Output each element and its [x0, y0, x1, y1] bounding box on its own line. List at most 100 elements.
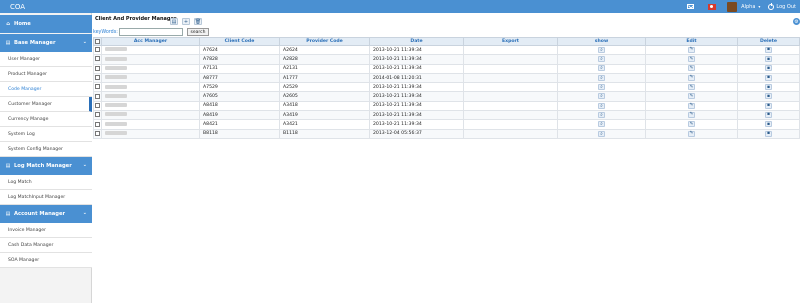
- delete-button[interactable]: ▪: [765, 74, 772, 81]
- show-button[interactable]: ⌕: [598, 74, 605, 81]
- provider-code-cell: A3418: [279, 100, 370, 112]
- sidebar-section-account-manager[interactable]: ▤ Account Manager ⌄: [0, 205, 92, 223]
- sidebar-item-soa-manager[interactable]: SOA Manager: [0, 253, 92, 268]
- avatar[interactable]: [727, 1, 738, 12]
- sidebar-item-product-manager[interactable]: Product Manager: [0, 67, 92, 82]
- pencil-icon: ✎: [689, 103, 694, 109]
- delete-selected-button[interactable]: 🗑: [194, 18, 202, 25]
- sidebar-item-log-matchinput-manager[interactable]: Log MatchInput Manager: [0, 190, 92, 205]
- chevron-down-icon[interactable]: ▾: [758, 4, 760, 9]
- sidebar-item-invoice-manager[interactable]: Invoice Manager: [0, 223, 92, 238]
- sidebar-item-system-log[interactable]: System Log: [0, 127, 92, 142]
- edit-button[interactable]: ✎: [688, 56, 695, 63]
- row-checkbox[interactable]: [93, 82, 102, 93]
- show-button[interactable]: ⌕: [598, 65, 605, 72]
- row-checkbox[interactable]: [93, 54, 102, 65]
- delete-button[interactable]: ▪: [765, 65, 772, 72]
- date-cell: 2013-10-21 11:39:34: [369, 110, 464, 121]
- client-code-cell: A8419: [199, 110, 280, 121]
- show-button[interactable]: ⌕: [598, 56, 605, 63]
- date-cell: 2013-10-21 11:39:34: [369, 91, 464, 102]
- client-code-cell: B8118: [199, 128, 280, 139]
- magnifier-icon: ⌕: [600, 94, 603, 100]
- sidebar-item-customer-manager[interactable]: Customer Manager: [0, 97, 92, 112]
- sidebar-item-code-manager[interactable]: Code Manager: [0, 82, 92, 97]
- edit-button[interactable]: ✎: [688, 102, 695, 109]
- edit-button[interactable]: ✎: [688, 46, 695, 53]
- sidebar-item-currency-manage[interactable]: Currency Manage: [0, 112, 92, 127]
- edit-cell: ✎: [645, 91, 738, 102]
- search-button[interactable]: search: [187, 28, 209, 36]
- row-checkbox[interactable]: [93, 119, 102, 130]
- delete-button[interactable]: ▪: [765, 111, 772, 118]
- show-button[interactable]: ⌕: [598, 93, 605, 100]
- delete-cell: ▪: [737, 128, 800, 139]
- delete-button[interactable]: ▪: [765, 102, 772, 109]
- pencil-icon: ✎: [689, 47, 694, 53]
- delete-cell: ▪: [737, 91, 800, 102]
- keywords-input[interactable]: [119, 28, 183, 36]
- edit-cell: ✎: [645, 63, 738, 74]
- column-header-provider-code[interactable]: Provider Code: [279, 37, 370, 46]
- row-checkbox[interactable]: [93, 72, 102, 84]
- topbar-right: Alpha ▾ Log Out: [684, 0, 796, 13]
- sidebar-section-log-match-manager[interactable]: ▤ Log Match Manager ⌄: [0, 157, 92, 175]
- sidebar-item-user-manager[interactable]: User Manager: [0, 52, 92, 67]
- magnifier-icon: ⌕: [600, 75, 603, 81]
- mail-icon: [687, 4, 695, 9]
- show-button[interactable]: ⌕: [598, 130, 605, 137]
- export-cell: [463, 128, 558, 139]
- delete-button[interactable]: ▪: [765, 46, 772, 53]
- row-checkbox[interactable]: [93, 44, 102, 56]
- show-button[interactable]: ⌕: [598, 84, 605, 91]
- logout-button[interactable]: Log Out: [768, 2, 796, 10]
- language-button[interactable]: [705, 0, 719, 13]
- column-header-client-code[interactable]: Client Code: [199, 37, 280, 46]
- show-button[interactable]: ⌕: [598, 102, 605, 109]
- sidebar-item-home[interactable]: ⌂ Home: [0, 15, 92, 33]
- edit-button[interactable]: ✎: [688, 65, 695, 72]
- sidebar-item-system-config-manager[interactable]: System Config Manager: [0, 142, 92, 157]
- column-header-export[interactable]: Export: [463, 37, 558, 46]
- sidebar-section-base-manager[interactable]: ▤ Base Manager ⌄: [0, 34, 92, 52]
- row-checkbox[interactable]: [93, 63, 102, 74]
- edit-button[interactable]: ✎: [688, 130, 695, 137]
- select-all-checkbox[interactable]: [93, 37, 102, 46]
- row-checkbox[interactable]: [93, 128, 102, 139]
- pencil-icon: ✎: [689, 56, 694, 62]
- export-cell: [463, 100, 558, 112]
- delete-button[interactable]: ▪: [765, 130, 772, 137]
- edit-button[interactable]: ✎: [688, 74, 695, 81]
- row-checkbox[interactable]: [93, 110, 102, 121]
- delete-button[interactable]: ▪: [765, 93, 772, 100]
- messages-button[interactable]: [684, 0, 697, 13]
- row-checkbox[interactable]: [93, 91, 102, 102]
- show-button[interactable]: ⌕: [598, 111, 605, 118]
- row-checkbox[interactable]: [93, 100, 102, 112]
- gear-icon[interactable]: ⚙: [793, 18, 800, 25]
- table-row: A8421 A3421 2013-10-21 11:39:34 ⌕ ✎ ▪: [93, 119, 800, 130]
- show-cell: ⌕: [557, 100, 646, 112]
- list-button[interactable]: ▤: [170, 18, 178, 25]
- show-button[interactable]: ⌕: [598, 121, 605, 128]
- sidebar-item-log-match[interactable]: Log Match: [0, 175, 92, 190]
- edit-button[interactable]: ✎: [688, 84, 695, 91]
- delete-button[interactable]: ▪: [765, 56, 772, 63]
- delete-button[interactable]: ▪: [765, 121, 772, 128]
- edit-button[interactable]: ✎: [688, 121, 695, 128]
- date-cell: 2013-10-21 11:39:34: [369, 100, 464, 112]
- delete-cell: ▪: [737, 110, 800, 121]
- date-cell: 2014-01-08 11:20:31: [369, 72, 464, 84]
- edit-button[interactable]: ✎: [688, 93, 695, 100]
- add-button[interactable]: +: [182, 18, 190, 25]
- column-header-acc-manager[interactable]: Acc Manager: [101, 37, 200, 46]
- column-header-date[interactable]: Date: [369, 37, 464, 46]
- show-button[interactable]: ⌕: [598, 46, 605, 53]
- plus-icon: +: [183, 18, 189, 25]
- sidebar-item-cash-data-manager[interactable]: Cash Data Manager: [0, 238, 92, 253]
- edit-button[interactable]: ✎: [688, 111, 695, 118]
- export-cell: [463, 110, 558, 121]
- user-name[interactable]: Alpha: [741, 4, 755, 10]
- export-cell: [463, 54, 558, 65]
- delete-button[interactable]: ▪: [765, 84, 772, 91]
